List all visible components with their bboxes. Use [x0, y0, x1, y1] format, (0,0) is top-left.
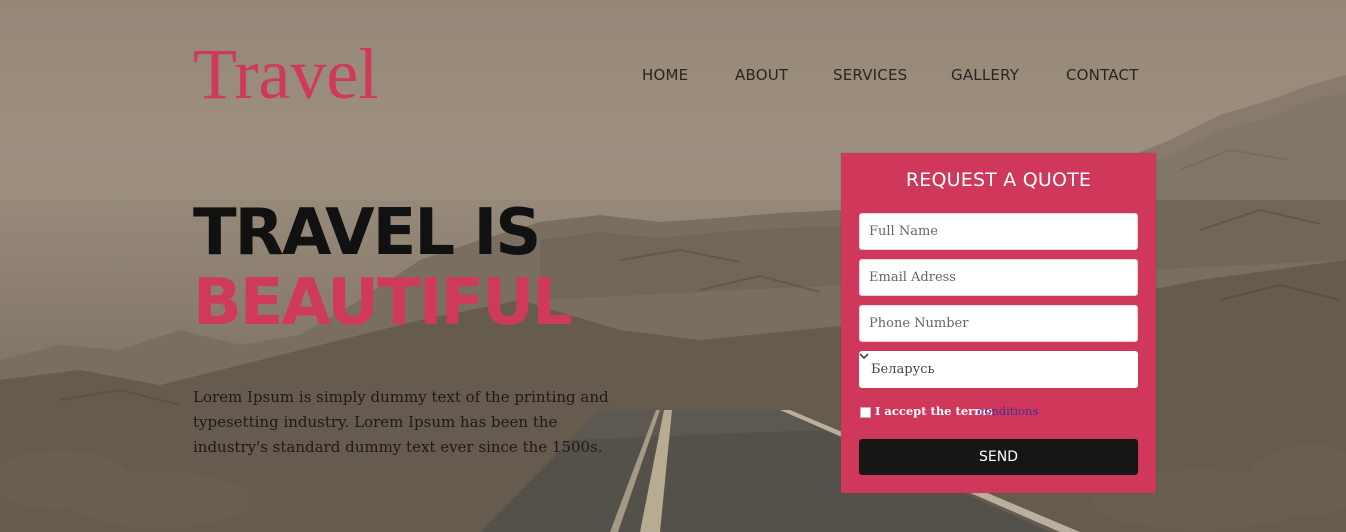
nav-item-contact[interactable]: CONTACT: [1066, 66, 1139, 84]
hero-lead-text: Lorem Ipsum is simply dummy text of the …: [193, 388, 609, 456]
main-nav: HOME ABOUT SERVICES GALLERY CONTACT: [0, 66, 1346, 86]
hero-headline-line1: TRAVEL IS: [193, 196, 541, 270]
hero-headline-line2: BEAUTIFUL: [193, 266, 573, 340]
chevron-down-icon: [859, 353, 869, 360]
terms-label: I accept the terms: [875, 404, 993, 418]
terms-conditions-link[interactable]: conditions: [978, 404, 1038, 418]
full-name-input[interactable]: [859, 213, 1138, 250]
country-select-value: Беларусь: [871, 362, 935, 377]
nav-item-about[interactable]: ABOUT: [735, 66, 788, 84]
quote-form-title: REQUEST A QUOTE: [905, 169, 1092, 191]
hero-background: Travel HOME ABOUT SERVICES GALLERY CONTA…: [0, 0, 1346, 532]
country-select[interactable]: Беларусь: [859, 351, 1138, 388]
nav-item-services[interactable]: SERVICES: [833, 66, 907, 84]
terms-checkbox[interactable]: [860, 407, 871, 418]
nav-item-home[interactable]: HOME: [642, 66, 688, 84]
email-input[interactable]: [859, 259, 1138, 296]
phone-input[interactable]: [859, 305, 1138, 342]
send-button[interactable]: SEND: [859, 439, 1138, 475]
hero-headline: TRAVEL IS BEAUTIFUL: [193, 196, 573, 340]
quote-form: REQUEST A QUOTE Беларусь I accept the te…: [841, 153, 1156, 493]
nav-item-gallery[interactable]: GALLERY: [951, 66, 1019, 84]
